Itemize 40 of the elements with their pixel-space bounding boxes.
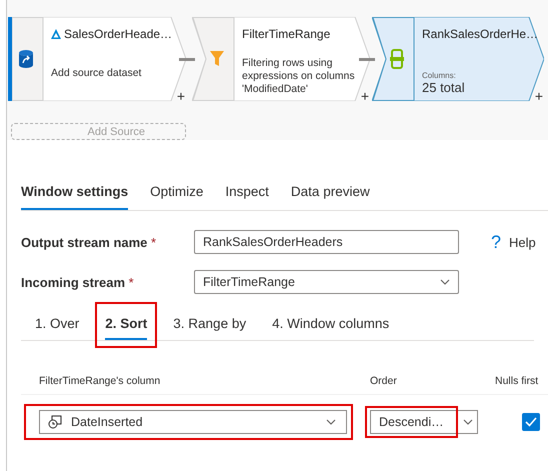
node-value: 25 total — [422, 80, 466, 95]
tab[interactable]: 1. Over — [35, 316, 80, 340]
checkbox[interactable] — [522, 413, 540, 431]
source-icon — [51, 29, 61, 39]
tab[interactable]: 2. Sort — [105, 316, 148, 340]
column-header: Nulls first — [495, 375, 538, 387]
calendar-clock-icon — [48, 415, 62, 429]
help-icon[interactable]: ? — [491, 232, 502, 252]
chevron-icon — [440, 279, 450, 285]
chevron-icon — [326, 419, 336, 425]
input-field[interactable]: RankSalesOrderHeaders — [194, 230, 459, 254]
node-description: Add source dataset — [51, 67, 142, 80]
tab[interactable]: Inspect — [225, 184, 269, 210]
database-icon — [18, 49, 34, 69]
add-button[interactable]: + — [534, 89, 543, 103]
add-button[interactable]: + — [176, 89, 185, 103]
funnel-icon — [209, 50, 225, 68]
node-title: SalesOrderHeade… — [64, 27, 172, 41]
node-caption: Columns: — [422, 71, 457, 80]
window-icon — [390, 49, 404, 69]
dropdown[interactable]: Descendi… — [370, 410, 458, 434]
tab[interactable]: 4. Window columns — [272, 316, 390, 340]
tab[interactable]: Data preview — [290, 184, 370, 210]
help-link[interactable]: Help — [509, 234, 536, 250]
node-description: Filtering rows using expressions on columns 'ModifiedDate' — [242, 57, 356, 96]
field-label: Output stream name * — [21, 234, 158, 250]
node-title: FilterTimeRange — [242, 27, 330, 41]
field-label: Incoming stream * — [21, 274, 135, 290]
add-source-label: Add Source — [88, 126, 145, 139]
column-header: FilterTimeRange's column — [38, 375, 162, 387]
dropdown[interactable]: DateInserted — [39, 410, 347, 434]
tab[interactable]: Optimize — [150, 184, 204, 210]
tab[interactable]: Window settings — [21, 184, 128, 210]
add-button[interactable]: + — [360, 89, 369, 103]
tab[interactable]: 3. Range by — [173, 316, 246, 340]
column-header: Order — [370, 375, 398, 387]
dropdown[interactable]: FilterTimeRange — [194, 270, 459, 294]
dropdown-button[interactable] — [458, 410, 478, 434]
checkmark-icon — [525, 417, 537, 427]
chevron-icon — [462, 419, 472, 425]
